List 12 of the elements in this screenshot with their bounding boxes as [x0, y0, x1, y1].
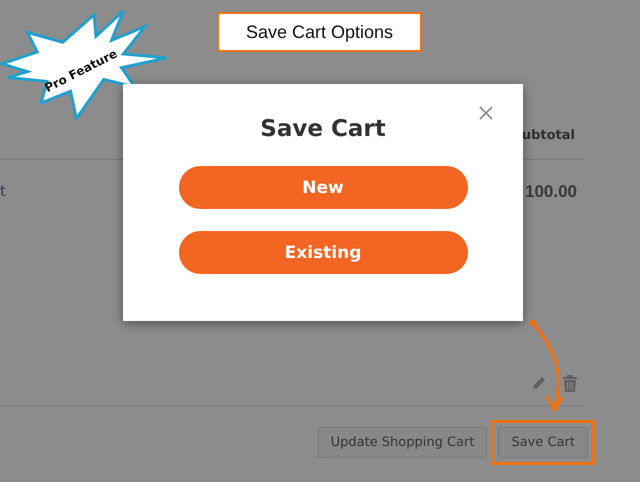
- trash-icon[interactable]: [563, 374, 577, 392]
- callout-label: Save Cart Options: [217, 12, 422, 52]
- new-cart-button[interactable]: New: [178, 166, 468, 209]
- column-heading: ubtotal: [522, 128, 575, 143]
- close-icon[interactable]: [479, 106, 493, 120]
- update-cart-button[interactable]: Update Shopping Cart: [318, 427, 488, 458]
- product-link[interactable]: t: [0, 182, 6, 320]
- subtotal-value: 100.00: [525, 182, 577, 203]
- save-cart-button[interactable]: Save Cart: [498, 427, 588, 458]
- pencil-icon[interactable]: [531, 374, 547, 390]
- existing-cart-button[interactable]: Existing: [178, 231, 468, 274]
- dialog-title: Save Cart: [260, 116, 386, 142]
